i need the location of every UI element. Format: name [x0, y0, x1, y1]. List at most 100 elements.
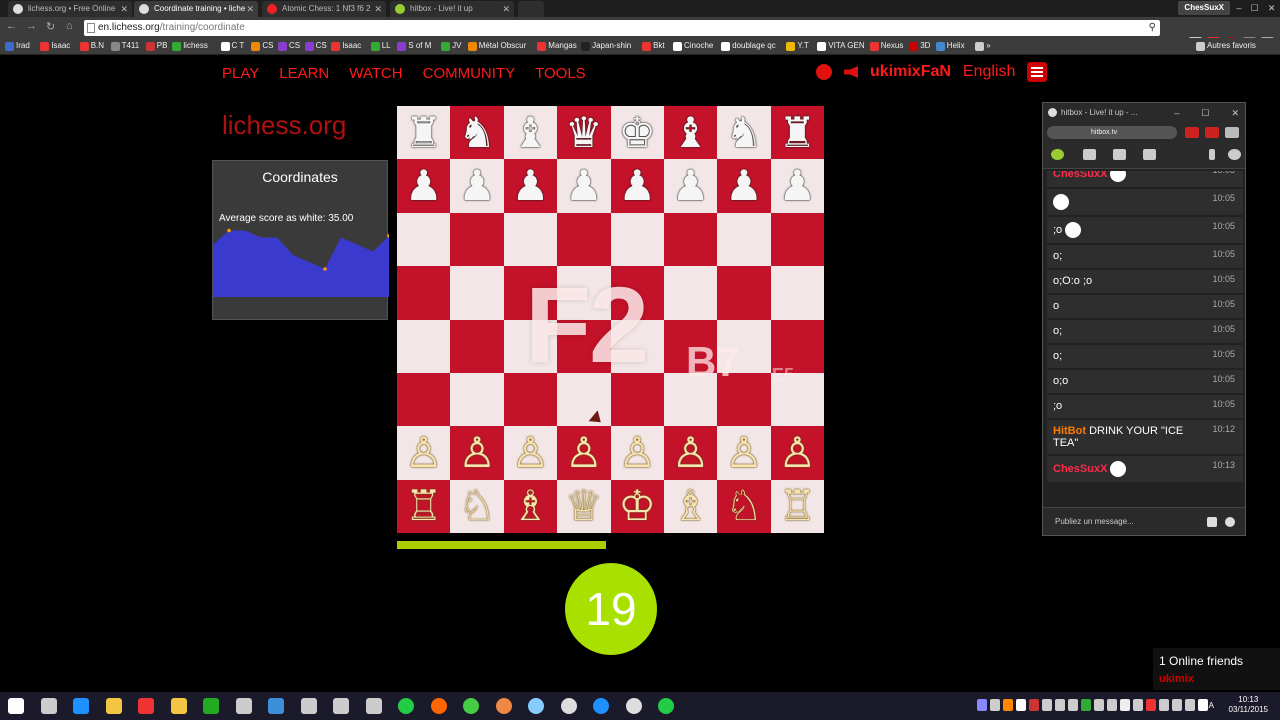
tab-hitbox[interactable]: hitbox - Live! it up ✕ — [390, 1, 514, 17]
board-square[interactable] — [503, 212, 558, 267]
board-square[interactable] — [717, 212, 771, 267]
board-square[interactable]: ♜ — [397, 106, 451, 160]
users-icon[interactable] — [1083, 149, 1096, 160]
board-square[interactable]: ♙ — [717, 426, 771, 480]
popup-url[interactable]: hitbox.tv — [1047, 126, 1177, 139]
app-icon[interactable] — [300, 698, 317, 714]
bookmark-item[interactable]: B.N — [79, 39, 104, 53]
board-square[interactable] — [770, 266, 824, 320]
board-square[interactable]: ♟ — [397, 159, 451, 213]
bookmark-item[interactable]: Mangas — [536, 39, 577, 53]
sound-icon[interactable] — [844, 66, 858, 78]
board-square[interactable]: ♖ — [397, 479, 451, 533]
board-square[interactable]: ♟ — [663, 159, 718, 213]
tray-icon[interactable] — [1068, 699, 1078, 711]
board-square[interactable]: ♚ — [610, 106, 664, 160]
board-square[interactable]: ♞ — [450, 106, 504, 160]
bookmark-item[interactable]: Cinoche — [672, 39, 713, 53]
bookmark-item[interactable]: 3D — [908, 39, 930, 53]
board-square[interactable]: ♗ — [503, 479, 558, 533]
address-bar[interactable]: en.lichess.org/training/coordinate ⚲ — [84, 20, 1160, 36]
board-square[interactable]: ♟ — [450, 159, 504, 213]
home-icon[interactable]: ⌂ — [66, 20, 73, 32]
board-square[interactable]: ♞ — [717, 106, 771, 160]
board-square[interactable] — [397, 319, 451, 373]
app-icon[interactable] — [658, 698, 674, 714]
skype-icon[interactable] — [593, 698, 609, 714]
board-square[interactable]: ♟ — [557, 159, 611, 213]
nav-community[interactable]: COMMUNITY — [423, 65, 516, 82]
system-clock[interactable]: 10:13 03/11/2015 — [1229, 695, 1268, 715]
nav-play[interactable]: PLAY — [222, 65, 259, 82]
board-square[interactable] — [397, 212, 451, 267]
image-icon[interactable] — [1113, 149, 1126, 160]
tray-icon[interactable] — [1159, 699, 1169, 711]
board-square[interactable]: ♙ — [557, 426, 611, 480]
challenge-icon[interactable] — [816, 64, 832, 80]
tab-lichess[interactable]: lichess.org • Free Online ✕ — [8, 1, 132, 17]
board-square[interactable]: ♘ — [450, 479, 504, 533]
chat-username[interactable]: HitBot — [1053, 425, 1086, 437]
app-icon[interactable] — [333, 698, 349, 714]
board-square[interactable]: ♙ — [397, 426, 451, 480]
extension-icon[interactable] — [1225, 127, 1239, 138]
app-icon[interactable] — [495, 698, 512, 714]
app-icon[interactable] — [528, 698, 544, 714]
minimize-icon[interactable]: – — [1174, 103, 1179, 123]
bookmark-item[interactable]: C T — [220, 39, 244, 53]
app-icon[interactable] — [170, 698, 187, 714]
board-square[interactable]: ♟ — [717, 159, 771, 213]
nav-watch[interactable]: WATCH — [349, 65, 402, 82]
close-icon[interactable]: ✕ — [1231, 103, 1239, 123]
tray-icon[interactable] — [990, 699, 1000, 711]
tab-atomic-chess[interactable]: Atomic Chess: 1 Nf3 f6 2 ✕ — [262, 1, 386, 17]
tray-icon[interactable] — [1172, 699, 1182, 711]
language-selector[interactable]: English — [963, 63, 1015, 81]
chat-input[interactable]: Publiez un message... — [1043, 507, 1245, 535]
board-square[interactable]: ♙ — [663, 426, 718, 480]
close-icon[interactable]: ✕ — [120, 1, 128, 17]
twitter-icon[interactable] — [1143, 149, 1156, 160]
board-square[interactable]: ♔ — [610, 479, 664, 533]
forward-icon[interactable]: → — [26, 20, 37, 32]
bookmark-item[interactable]: Y.T — [785, 39, 809, 53]
bookmark-item[interactable]: CS — [277, 39, 300, 53]
search-icon[interactable]: ⚲ — [1149, 20, 1156, 36]
close-icon[interactable]: ✕ — [374, 1, 382, 17]
extension-icon[interactable] — [1205, 127, 1219, 138]
tray-icon[interactable] — [1016, 699, 1026, 711]
tray-icon[interactable] — [1003, 699, 1013, 711]
tray-icon[interactable] — [977, 699, 987, 711]
bookmark-item[interactable]: Irad — [4, 39, 30, 53]
board-square[interactable]: ♝ — [663, 106, 718, 160]
app-icon[interactable] — [560, 698, 577, 714]
back-icon[interactable]: ← — [6, 20, 17, 32]
tray-icon[interactable] — [1055, 699, 1065, 711]
bookmark-item[interactable]: S of M — [396, 39, 431, 53]
bookmark-item[interactable]: T411 — [110, 39, 139, 53]
new-tab-button[interactable] — [518, 1, 544, 17]
tray-icon[interactable] — [1146, 699, 1156, 711]
tab-coordinate-training[interactable]: Coordinate training • liche ✕ — [134, 1, 258, 17]
chat-bubble-icon[interactable] — [1051, 149, 1064, 160]
bookmark-item[interactable]: CS — [304, 39, 327, 53]
username-link[interactable]: ukimixFaN — [870, 63, 951, 81]
bookmark-item[interactable]: Autres favoris — [1195, 39, 1256, 53]
file-explorer-icon[interactable] — [105, 698, 122, 714]
board-square[interactable]: ♛ — [557, 106, 611, 160]
tray-icon[interactable] — [1120, 699, 1130, 711]
bookmark-item[interactable]: JV — [440, 39, 461, 53]
board-square[interactable] — [717, 266, 771, 320]
board-square[interactable] — [663, 212, 718, 267]
gear-icon[interactable] — [1228, 149, 1241, 160]
bookmark-item[interactable]: Métal Obscur — [467, 39, 526, 53]
bookmark-item[interactable]: Nexus — [869, 39, 903, 53]
bookmark-item[interactable]: VITA GEN — [816, 39, 865, 53]
firefox-icon[interactable] — [430, 698, 447, 714]
board-square[interactable] — [663, 266, 718, 320]
nav-learn[interactable]: LEARN — [279, 65, 329, 82]
board-square[interactable] — [450, 372, 504, 427]
maximize-icon[interactable]: ☐ — [1201, 103, 1209, 123]
board-square[interactable]: ♟ — [770, 159, 824, 213]
board-square[interactable] — [450, 319, 504, 373]
